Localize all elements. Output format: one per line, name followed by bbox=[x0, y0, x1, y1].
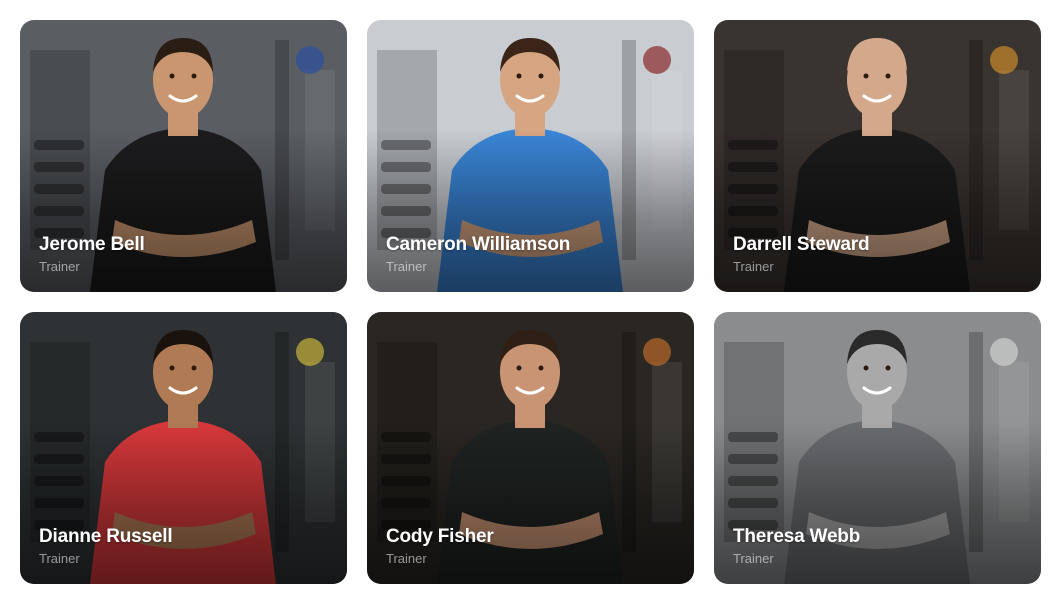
trainer-name: Darrell Steward bbox=[733, 234, 870, 255]
trainer-card[interactable]: Theresa Webb Trainer bbox=[714, 312, 1041, 584]
trainer-role: Trainer bbox=[39, 259, 80, 274]
trainer-name: Cody Fisher bbox=[386, 526, 494, 547]
trainer-card[interactable]: Cameron Williamson Trainer bbox=[367, 20, 694, 292]
trainer-card[interactable]: Dianne Russell Trainer bbox=[20, 312, 347, 584]
trainer-grid: Jerome Bell Trainer Cameron Williamson T… bbox=[20, 20, 1041, 584]
trainer-name: Dianne Russell bbox=[39, 526, 173, 547]
trainer-role: Trainer bbox=[733, 551, 774, 566]
trainer-card[interactable]: Darrell Steward Trainer bbox=[714, 20, 1041, 292]
trainer-role: Trainer bbox=[386, 259, 427, 274]
trainer-role: Trainer bbox=[39, 551, 80, 566]
trainer-card[interactable]: Cody Fisher Trainer bbox=[367, 312, 694, 584]
trainer-card[interactable]: Jerome Bell Trainer bbox=[20, 20, 347, 292]
trainer-name: Theresa Webb bbox=[733, 526, 861, 547]
trainer-name: Cameron Williamson bbox=[386, 234, 571, 255]
trainer-role: Trainer bbox=[386, 551, 427, 566]
trainer-name: Jerome Bell bbox=[39, 234, 145, 255]
trainer-role: Trainer bbox=[733, 259, 774, 274]
